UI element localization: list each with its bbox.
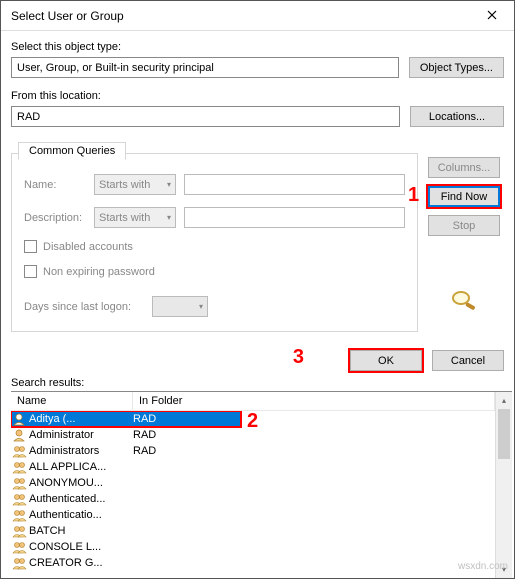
location-label: From this location: bbox=[11, 90, 504, 102]
group-icon bbox=[11, 459, 27, 475]
window-title: Select User or Group bbox=[11, 9, 124, 23]
row-name: BATCH bbox=[29, 525, 133, 537]
row-name: ANONYMOU... bbox=[29, 477, 133, 489]
description-query-input[interactable] bbox=[184, 207, 405, 228]
user-icon bbox=[11, 411, 27, 427]
name-query-input[interactable] bbox=[184, 174, 405, 195]
description-mode-dropdown[interactable]: Starts with ▾ bbox=[94, 207, 176, 228]
row-name: Authenticated... bbox=[29, 493, 133, 505]
search-results-label: Search results: bbox=[11, 377, 512, 389]
disabled-accounts-checkbox[interactable] bbox=[24, 240, 37, 253]
table-row[interactable]: Aditya (...RAD bbox=[11, 411, 241, 427]
cancel-button[interactable]: Cancel bbox=[432, 350, 504, 371]
row-name: ALL APPLICA... bbox=[29, 461, 133, 473]
chevron-down-icon: ▾ bbox=[167, 213, 171, 222]
row-name: Administrators bbox=[29, 445, 133, 457]
days-since-logon-label: Days since last logon: bbox=[24, 301, 144, 313]
table-row[interactable]: CREATOR G... bbox=[11, 555, 495, 571]
non-expiring-checkbox[interactable] bbox=[24, 265, 37, 278]
object-types-button[interactable]: Object Types... bbox=[409, 57, 504, 78]
row-folder: RAD bbox=[133, 429, 495, 441]
scroll-up-icon[interactable]: ▴ bbox=[496, 392, 512, 409]
name-label: Name: bbox=[24, 179, 86, 191]
scrollbar[interactable]: ▴ ▾ bbox=[495, 392, 512, 578]
table-row[interactable]: ALL APPLICA... bbox=[11, 459, 495, 475]
close-icon bbox=[487, 8, 497, 23]
row-name: Administrator bbox=[29, 429, 133, 441]
annotation-3: 3 bbox=[293, 346, 304, 369]
group-icon bbox=[11, 443, 27, 459]
name-mode-dropdown[interactable]: Starts with ▾ bbox=[94, 174, 176, 195]
table-row[interactable]: ANONYMOU... bbox=[11, 475, 495, 491]
chevron-down-icon: ▾ bbox=[199, 302, 203, 311]
locations-button[interactable]: Locations... bbox=[410, 106, 504, 127]
magnifier-icon bbox=[448, 288, 480, 312]
chevron-down-icon: ▾ bbox=[167, 180, 171, 189]
object-type-input[interactable] bbox=[11, 57, 399, 78]
stop-button[interactable]: Stop bbox=[428, 215, 500, 236]
row-name: CONSOLE L... bbox=[29, 541, 133, 553]
column-name[interactable]: Name bbox=[11, 392, 133, 410]
tab-common-queries[interactable]: Common Queries bbox=[18, 142, 126, 160]
row-folder: RAD bbox=[133, 445, 495, 457]
object-type-label: Select this object type: bbox=[11, 41, 504, 53]
location-input[interactable] bbox=[11, 106, 400, 127]
group-icon bbox=[11, 475, 27, 491]
days-since-logon-dropdown[interactable]: ▾ bbox=[152, 296, 208, 317]
description-label: Description: bbox=[24, 212, 86, 224]
annotation-1: 1 bbox=[408, 184, 419, 207]
group-icon bbox=[11, 523, 27, 539]
table-row[interactable]: Authenticated... bbox=[11, 491, 495, 507]
row-name: Authenticatio... bbox=[29, 509, 133, 521]
table-row[interactable]: AdministratorsRAD bbox=[11, 443, 495, 459]
group-icon bbox=[11, 507, 27, 523]
find-now-button[interactable]: Find Now bbox=[428, 186, 500, 207]
titlebar: Select User or Group bbox=[1, 1, 514, 31]
group-icon bbox=[11, 539, 27, 555]
annotation-2: 2 bbox=[247, 410, 258, 433]
row-name: CREATOR G... bbox=[29, 557, 133, 569]
non-expiring-label: Non expiring password bbox=[43, 266, 155, 278]
group-icon bbox=[11, 491, 27, 507]
row-folder: RAD bbox=[133, 413, 241, 425]
close-button[interactable] bbox=[469, 1, 514, 30]
user-icon bbox=[11, 427, 27, 443]
dialog-window: Select User or Group Select this object … bbox=[0, 0, 515, 579]
row-name: Aditya (... bbox=[29, 413, 133, 425]
scroll-thumb[interactable] bbox=[498, 409, 510, 459]
column-folder[interactable]: In Folder bbox=[133, 392, 495, 410]
table-row[interactable]: Authenticatio... bbox=[11, 507, 495, 523]
columns-button[interactable]: Columns... bbox=[428, 157, 500, 178]
table-row[interactable]: CONSOLE L... bbox=[11, 539, 495, 555]
disabled-accounts-label: Disabled accounts bbox=[43, 241, 133, 253]
results-header: Name In Folder bbox=[11, 392, 495, 411]
group-icon bbox=[11, 555, 27, 571]
table-row[interactable]: BATCH bbox=[11, 523, 495, 539]
watermark: wsxdn.com bbox=[458, 561, 508, 572]
ok-button[interactable]: OK bbox=[350, 350, 422, 371]
